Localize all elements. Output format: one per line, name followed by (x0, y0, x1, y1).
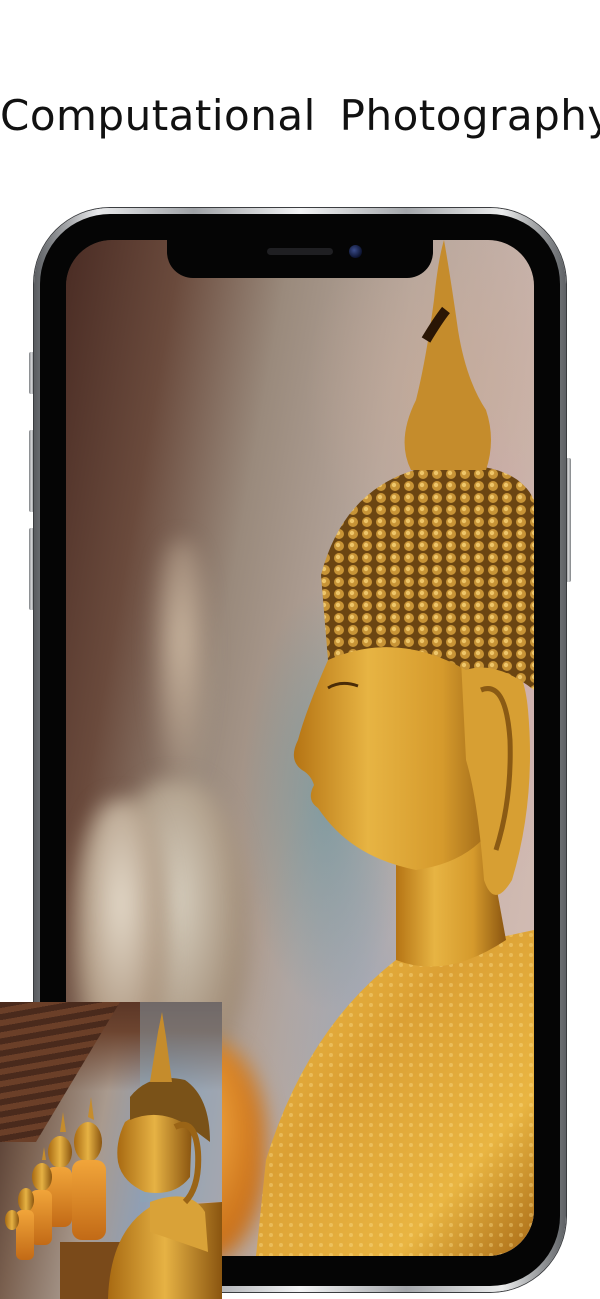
front-camera-icon (349, 245, 362, 258)
headline: Computational Photography (0, 91, 600, 140)
earpiece-speaker (267, 248, 333, 255)
inset-photo (0, 1002, 222, 1299)
side-button (566, 458, 571, 582)
phone-notch (167, 240, 433, 278)
inset-statues-image (5, 1002, 222, 1299)
